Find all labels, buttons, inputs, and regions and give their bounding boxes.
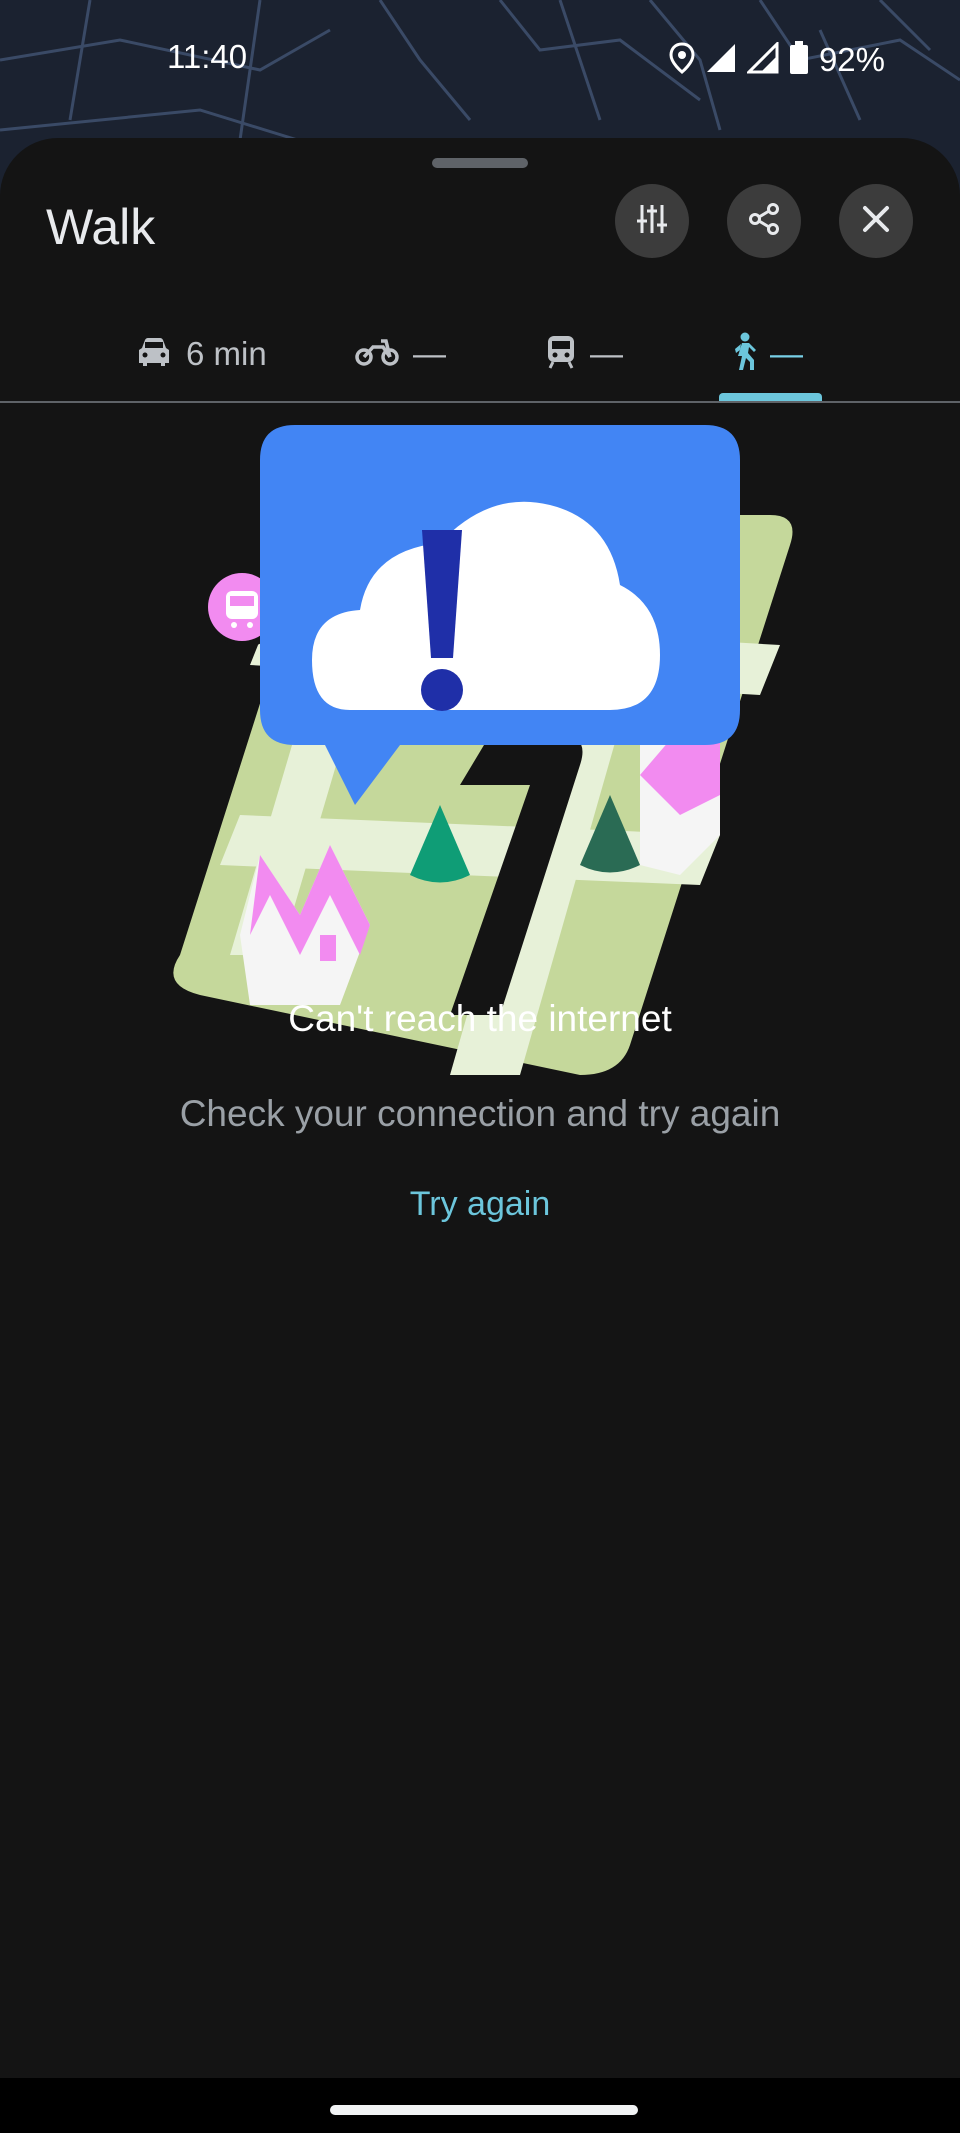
tune-icon bbox=[634, 201, 670, 242]
battery-icon bbox=[789, 40, 809, 80]
error-subtitle: Check your connection and try again bbox=[179, 1093, 781, 1134]
signal-icon bbox=[705, 42, 737, 79]
signal-icon bbox=[745, 39, 779, 79]
battery-percentage: 92% bbox=[818, 41, 885, 78]
share-icon bbox=[746, 201, 782, 242]
close-icon bbox=[860, 203, 892, 240]
home-gesture-handle[interactable] bbox=[330, 2105, 638, 2115]
drag-handle[interactable] bbox=[432, 158, 528, 168]
sheet-title: Walk bbox=[46, 199, 156, 255]
close-button[interactable] bbox=[839, 184, 913, 258]
offline-illustration bbox=[160, 315, 800, 1090]
options-button[interactable] bbox=[615, 184, 689, 258]
error-title: Can't reach the internet bbox=[288, 998, 672, 1039]
share-button[interactable] bbox=[727, 184, 801, 258]
status-bar: 11:40 92% bbox=[0, 0, 960, 120]
status-icons: 92% bbox=[669, 38, 885, 82]
location-icon bbox=[669, 41, 695, 79]
status-time: 11:40 bbox=[167, 38, 248, 75]
try-again-button[interactable]: Try again bbox=[380, 1185, 580, 1224]
